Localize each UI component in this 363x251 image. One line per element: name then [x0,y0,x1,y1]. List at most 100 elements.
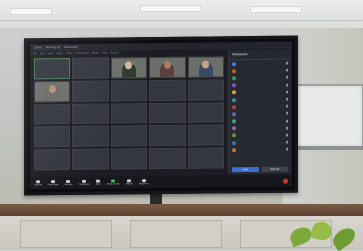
participant-tile[interactable] [149,79,186,101]
gallery-grid [34,56,224,171]
participant-tile[interactable] [72,125,109,148]
participant-video-face [48,84,56,93]
microphone-icon [286,61,288,65]
participant-tile[interactable] [187,147,224,169]
video-camera-icon [51,180,56,184]
participant-list-name [238,63,286,64]
invite-button[interactable]: Invite [232,166,259,173]
participant-tile[interactable] [110,102,148,124]
participant-tile[interactable] [149,147,186,170]
menu-item-record[interactable]: Record [110,51,118,54]
titlebar-item: Zoom [34,45,42,50]
participant-tile[interactable] [110,57,148,79]
participant-list-name [238,70,286,71]
participant-list-name [238,150,286,151]
avatar [232,97,236,102]
participants-panel-title: Participants [229,49,291,61]
avatar [232,148,236,153]
avatar [232,133,236,138]
ceiling-light [250,6,302,13]
participant-tile[interactable] [34,126,71,148]
toolbar-button-label: Start Video [47,184,59,187]
microphone-icon [286,126,288,130]
participant-tile[interactable] [149,102,186,124]
unmute-button[interactable]: Unmute [34,180,42,186]
participant-list-name [238,114,286,115]
avatar [232,68,236,74]
toolbar-button-label: Chat [95,183,101,186]
ceiling-grid-line [0,20,363,21]
participant-list-item[interactable] [229,146,291,154]
menu-item-file[interactable]: File [33,52,37,55]
participant-tile[interactable] [34,149,71,171]
participant-tile[interactable] [72,57,109,79]
participant-tile[interactable] [149,56,186,78]
security-button[interactable]: Security [64,179,73,187]
microphone-icon [286,104,288,108]
participants-button[interactable]: Participants [78,179,90,186]
participant-tile[interactable] [187,101,224,124]
menu-item-participants[interactable]: Participants [75,52,89,55]
toolbar-button-label: Security [64,183,73,187]
toolbar-button-label: Record [125,183,133,186]
participant-tile[interactable] [110,79,148,102]
share-screen-icon [111,179,116,183]
participant-list-name [238,78,286,79]
participant-list-name [238,128,286,129]
avatar [232,83,236,88]
avatar [232,112,236,117]
participant-tile[interactable] [187,124,224,146]
tv-screen: Zoom Meeting ID Recording File Edit View Audi… [30,41,292,190]
participant-list-name [238,85,286,86]
avatar [232,76,236,81]
mute-all-button[interactable]: Mute All [261,166,288,172]
participant-tile[interactable] [187,56,224,78]
avatar [232,90,236,95]
participant-tile[interactable] [187,79,224,101]
window-menubar: File Edit View Audio Video Participants Share C… [30,49,230,56]
participant-tile[interactable] [72,80,109,102]
menu-item-chat[interactable]: Chat [102,52,107,55]
reactions-button[interactable]: Reactions [139,179,149,185]
start-video-button[interactable]: Start Video [47,180,59,187]
participant-tile[interactable] [34,103,71,125]
whiteboard-tray [292,146,363,150]
menu-item-video[interactable]: Video [66,52,73,55]
microphone-icon [286,148,288,152]
meeting-toolbar: Unmute Start Video Security Participants Cha… [30,174,292,190]
record-button[interactable]: Record [126,179,133,185]
participant-tile[interactable] [149,125,186,147]
television: Zoom Meeting ID Recording File Edit View Audi… [24,35,298,196]
participant-tile[interactable] [34,57,71,80]
end-call-button[interactable] [283,178,288,184]
participants-panel-footer: Invite Mute All [232,166,288,173]
avatar [232,140,236,145]
avatar [232,61,236,66]
ceiling-light [10,8,52,15]
participant-list-name [238,99,286,100]
avatar [232,119,236,124]
titlebar-item: Recording [64,44,78,50]
conference-table-top [0,204,363,216]
table-panel [20,220,112,248]
participant-tile[interactable] [110,148,148,170]
titlebar-item: Meeting ID [45,45,61,50]
participant-tile[interactable] [34,80,71,102]
participant-list-name [238,121,286,122]
microphone-icon [286,133,288,137]
menu-item-share[interactable]: Share [92,52,99,55]
share-screen-button[interactable]: Share Screen [106,179,120,186]
participant-tile[interactable] [110,125,148,147]
microphone-icon [286,90,288,94]
chat-button[interactable]: Chat [95,179,101,186]
toolbar-button-label: Share Screen [106,183,120,186]
menu-item-edit[interactable]: Edit [40,52,44,55]
menu-item-view[interactable]: View [48,52,54,55]
participant-tile[interactable] [72,148,109,170]
participant-tile[interactable] [72,103,109,125]
menu-item-audio[interactable]: Audio [56,52,63,55]
participants-panel: Participants Invite Mute All [228,49,291,175]
participant-video-face [163,60,171,69]
avatar [232,126,236,131]
participant-list-name [238,106,286,107]
